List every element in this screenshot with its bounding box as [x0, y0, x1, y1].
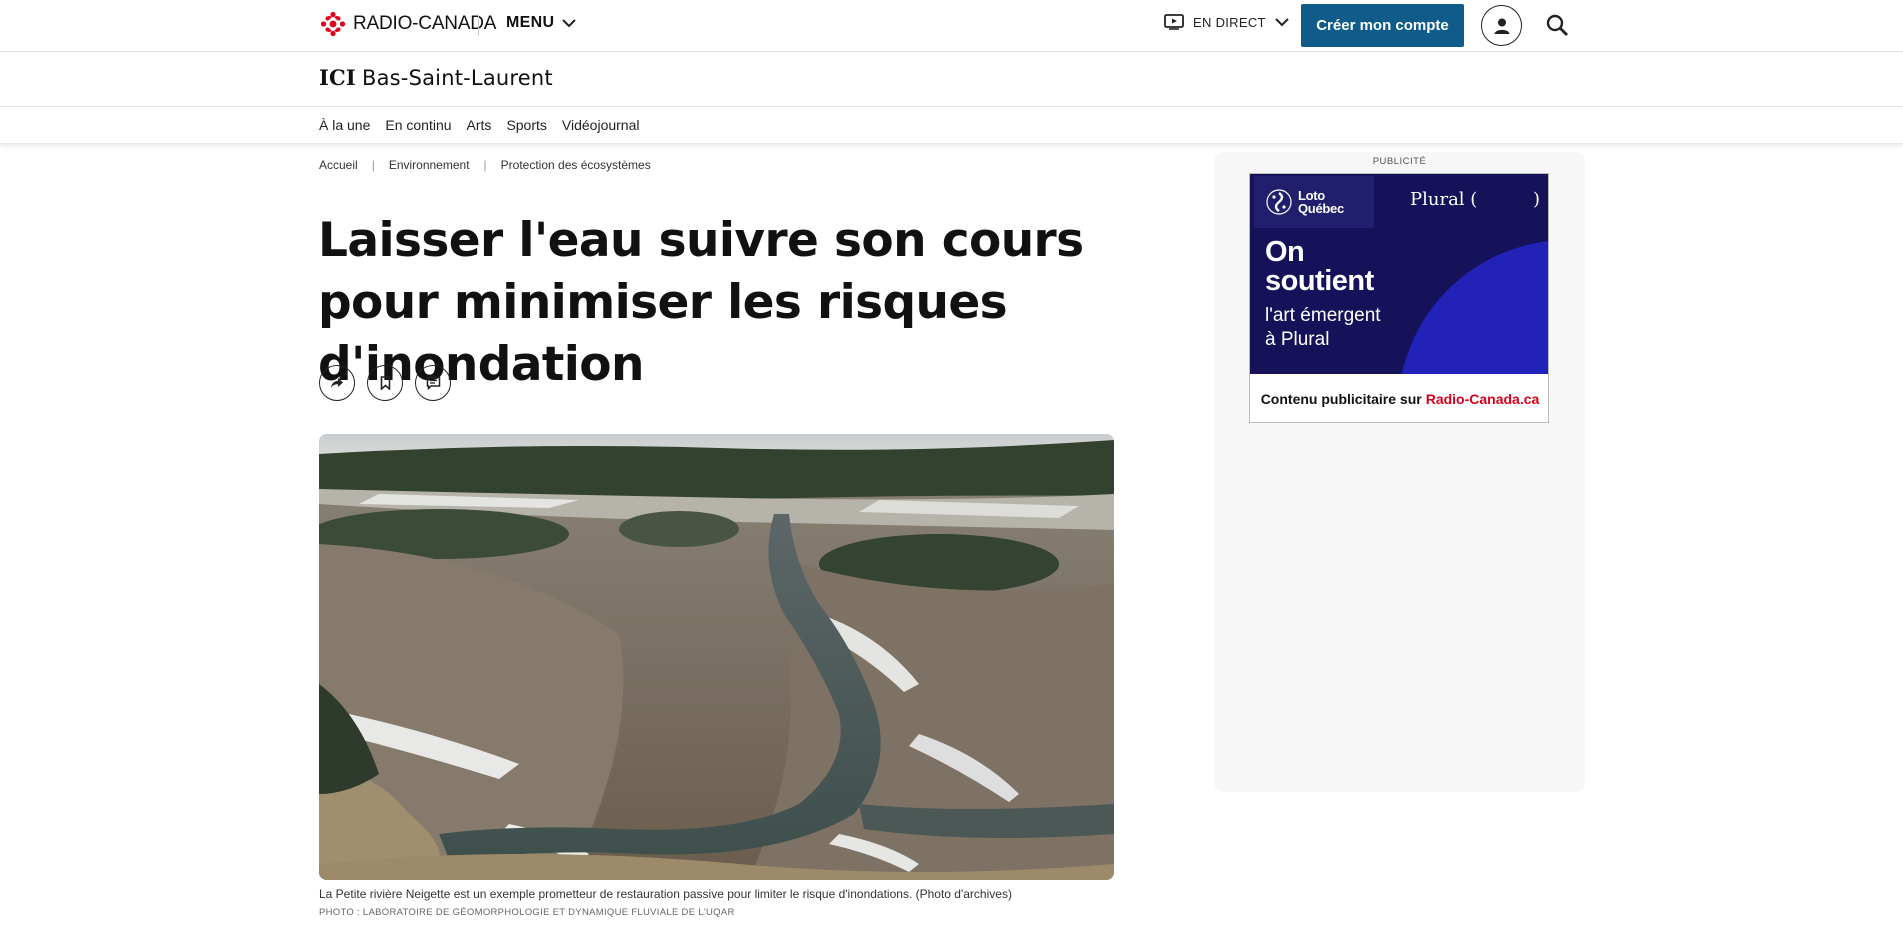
account-button[interactable] [1481, 5, 1522, 46]
article-photo[interactable] [319, 434, 1114, 880]
region-title[interactable]: ICI Bas-Saint-Laurent [319, 65, 553, 90]
plural-logo: Plural ( [1410, 189, 1478, 210]
loto-line2: Québec [1298, 201, 1344, 216]
share-button[interactable] [319, 365, 355, 401]
region-name: Bas-Saint-Laurent [361, 66, 553, 90]
ad-subline: l'art émergent à Plural [1265, 304, 1381, 352]
live-button[interactable]: EN DIRECT [1164, 14, 1289, 30]
nav-item-sports[interactable]: Sports [506, 117, 546, 133]
section-nav: À la une En continu Arts Sports Vidéojou… [0, 108, 1903, 144]
ad-visual: Loto Québec Plural ( ) On soutient l'art é… [1250, 174, 1548, 374]
ad-subline-1: l'art émergent [1265, 305, 1381, 326]
share-icon [331, 378, 343, 388]
ad-subline-2: à Plural [1265, 329, 1330, 350]
search-icon[interactable] [1545, 13, 1569, 37]
nav-item-videojournal[interactable]: Vidéojournal [562, 117, 640, 133]
radio-canada-logo[interactable]: RADIO-CANADA [319, 11, 496, 37]
nav-item-a-la-une[interactable]: À la une [319, 117, 370, 133]
chevron-down-icon [1275, 17, 1289, 26]
menu-button[interactable]: MENU [506, 14, 577, 32]
breadcrumb-separator: | [483, 158, 487, 172]
photo-caption: La Petite rivière Neigette est un exempl… [319, 887, 1012, 901]
ad-headline: On soutient [1265, 238, 1374, 296]
ad-footer-text: Contenu publicitaire sur [1260, 391, 1422, 407]
river-aerial-image [319, 434, 1114, 880]
live-label: EN DIRECT [1193, 14, 1266, 30]
ad-banner[interactable]: Loto Québec Plural ( ) On soutient l'art é… [1249, 173, 1549, 423]
ad-footer-link[interactable]: Radio-Canada.ca [1426, 391, 1540, 407]
sidebar: PUBLICITÉ Loto Québec Plural ( ) On soutie… [1214, 152, 1585, 792]
breadcrumb-environnement[interactable]: Environnement [389, 158, 470, 172]
ici-prefix: ICI [319, 65, 356, 90]
ad-headline-line2: soutient [1265, 265, 1374, 297]
comment-button[interactable] [415, 365, 451, 401]
create-account-button[interactable]: Créer mon compte [1301, 4, 1464, 47]
gem-logo-icon [320, 11, 346, 37]
breadcrumb: Accueil | Environnement | Protection des… [319, 158, 651, 172]
plural-logo-close: ) [1533, 189, 1541, 210]
bookmark-button[interactable] [367, 365, 403, 401]
user-icon [1494, 18, 1509, 34]
nav-item-en-continu[interactable]: En continu [385, 117, 451, 133]
ad-decorative-circle [1398, 240, 1548, 374]
breadcrumb-accueil[interactable]: Accueil [319, 158, 358, 172]
video-play-icon [1164, 14, 1184, 30]
photo-credit: PHOTO : LABORATOIRE DE GÉOMORPHOLOGIE ET… [319, 907, 735, 918]
menu-label: MENU [506, 14, 555, 31]
chevron-down-icon [562, 18, 577, 27]
region-bar: ICI Bas-Saint-Laurent [0, 53, 1903, 107]
nav-item-arts[interactable]: Arts [467, 117, 492, 133]
header-divider [478, 14, 479, 36]
loto-quebec-logo: Loto Québec [1254, 176, 1374, 228]
article-actions [319, 365, 451, 401]
breadcrumb-protection[interactable]: Protection des écosystèmes [501, 158, 651, 172]
comment-icon [426, 376, 440, 390]
breadcrumb-separator: | [371, 158, 375, 172]
ad-label: PUBLICITÉ [1372, 156, 1427, 167]
loto-quebec-icon [1266, 189, 1292, 215]
ad-headline-line1: On [1265, 236, 1305, 268]
bookmark-icon [380, 376, 390, 390]
loto-quebec-text: Loto Québec [1298, 189, 1344, 215]
top-header: RADIO-CANADA MENU EN DIRECT Créer mon co… [0, 0, 1903, 52]
ad-footer: Contenu publicitaire sur Radio-Canada.ca [1250, 374, 1548, 422]
brand-name: RADIO-CANADA [353, 13, 497, 34]
